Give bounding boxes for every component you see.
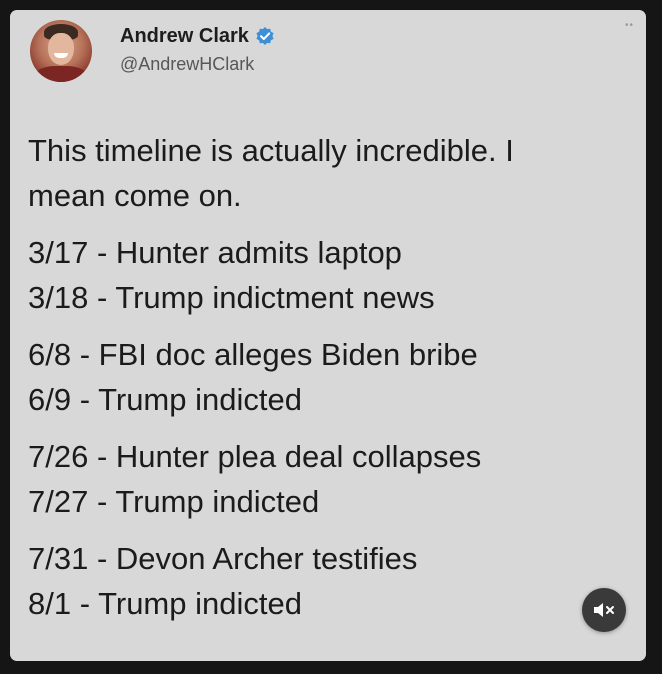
timeline-entry: 7/31 - Devon Archer testifies — [28, 541, 418, 576]
display-name-row: Andrew Clark — [120, 24, 275, 48]
screenshot-frame: •• Andrew Clark @AndrewHClark This timel… — [0, 0, 662, 674]
verified-badge-icon — [255, 26, 275, 46]
tweet-intro: This timeline is actually incredible. I … — [28, 128, 628, 218]
tweet-card[interactable]: •• Andrew Clark @AndrewHClark This timel… — [10, 10, 646, 661]
more-options-icon[interactable]: •• — [625, 20, 634, 31]
timeline-entry: 6/9 - Trump indicted — [28, 382, 302, 417]
timeline-entry: 3/18 - Trump indictment news — [28, 280, 435, 315]
timeline-group: 3/17 - Hunter admits laptop 3/18 - Trump… — [28, 230, 628, 320]
timeline-entry: 6/8 - FBI doc alleges Biden bribe — [28, 337, 478, 372]
timeline-group: 6/8 - FBI doc alleges Biden bribe 6/9 - … — [28, 332, 628, 422]
avatar-shirt — [36, 66, 86, 82]
timeline-group: 7/31 - Devon Archer testifies 8/1 - Trum… — [28, 536, 628, 626]
tweet-text: This timeline is actually incredible. I … — [28, 128, 628, 638]
timeline-entry: 7/27 - Trump indicted — [28, 484, 320, 519]
display-name[interactable]: Andrew Clark — [120, 24, 249, 48]
muted-speaker-icon[interactable] — [582, 588, 626, 632]
intro-line: mean come on. — [28, 178, 242, 213]
intro-line: This timeline is actually incredible. I — [28, 133, 514, 168]
author-names: Andrew Clark @AndrewHClark — [120, 24, 275, 76]
timeline-entry: 8/1 - Trump indicted — [28, 586, 302, 621]
timeline-entry: 3/17 - Hunter admits laptop — [28, 235, 402, 270]
user-handle[interactable]: @AndrewHClark — [120, 52, 275, 76]
avatar-face — [48, 33, 74, 65]
tweet-header: Andrew Clark @AndrewHClark — [30, 20, 275, 90]
avatar[interactable] — [30, 20, 92, 82]
timeline-group: 7/26 - Hunter plea deal collapses 7/27 -… — [28, 434, 628, 524]
timeline-entry: 7/26 - Hunter plea deal collapses — [28, 439, 482, 474]
